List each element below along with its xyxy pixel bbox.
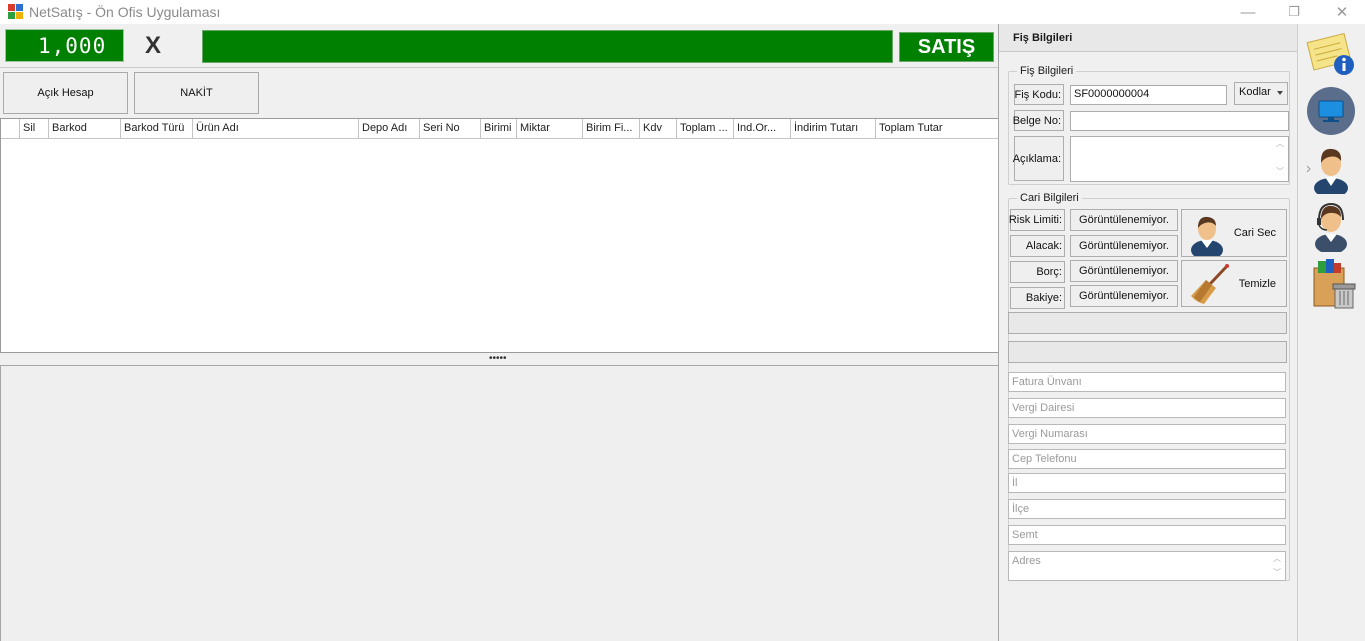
alacak-value[interactable]: Görüntülenemiyor.	[1070, 235, 1178, 257]
column-header-row-selector	[1, 119, 20, 138]
bakiye-value[interactable]: Görüntülenemiyor.	[1070, 285, 1178, 307]
info-bar-1	[1008, 312, 1287, 334]
column-header-barkod-turu[interactable]: Barkod Türü	[121, 119, 193, 138]
borc-label[interactable]: Borç:	[1010, 261, 1065, 283]
risk-limiti-label[interactable]: Risk Limiti:	[1009, 209, 1065, 231]
alacak-label[interactable]: Alacak:	[1010, 235, 1065, 257]
grid-header: Sil Barkod Barkod Türü Ürün Adı Depo Adı…	[1, 119, 998, 139]
quantity-display[interactable]: 1,000	[5, 29, 124, 62]
semt-input[interactable]: Semt	[1008, 525, 1286, 545]
monitor-icon[interactable]	[1307, 87, 1357, 137]
vergi-numarasi-input[interactable]: Vergi Numarası	[1008, 424, 1286, 444]
vergi-dairesi-input[interactable]: Vergi Dairesi	[1008, 398, 1286, 418]
il-input[interactable]: İl	[1008, 473, 1286, 493]
info-note-icon[interactable]	[1306, 30, 1356, 80]
lower-panel	[0, 365, 999, 641]
column-header-toplam[interactable]: Toplam ...	[677, 119, 734, 138]
group-title: Fiş Bilgileri	[1017, 65, 1077, 77]
column-header-seri-no[interactable]: Seri No	[420, 119, 481, 138]
items-grid[interactable]: Sil Barkod Barkod Türü Ürün Adı Depo Adı…	[0, 118, 999, 353]
cari-sec-label: Cari Sec	[1233, 227, 1276, 239]
close-button[interactable]: ✕	[1319, 0, 1365, 24]
satis-button[interactable]: SATIŞ	[899, 32, 994, 62]
belge-no-input[interactable]	[1070, 111, 1289, 131]
column-header-miktar[interactable]: Miktar	[517, 119, 583, 138]
kodlar-dropdown[interactable]: Kodlar	[1234, 82, 1288, 105]
risk-limiti-value[interactable]: Görüntülenemiyor.	[1070, 209, 1178, 231]
temizle-button[interactable]: Temizle	[1181, 260, 1287, 307]
column-header-sil[interactable]: Sil	[20, 119, 49, 138]
support-agent-icon[interactable]	[1307, 200, 1357, 254]
panel-header: Fiş Bilgileri	[999, 24, 1297, 52]
window-title: NetSatış - Ön Ofis Uygulaması	[29, 4, 221, 20]
column-header-birimi[interactable]: Birimi	[481, 119, 517, 138]
user-icon[interactable]	[1306, 142, 1357, 198]
minimize-button[interactable]: —	[1225, 0, 1271, 24]
adres-placeholder: Adres	[1012, 555, 1041, 567]
bakiye-label[interactable]: Bakiye:	[1010, 287, 1065, 309]
fis-kodu-label[interactable]: Fiş Kodu:	[1014, 84, 1064, 105]
temizle-label: Temizle	[1238, 278, 1276, 290]
ilce-input[interactable]: İlçe	[1008, 499, 1286, 519]
aciklama-label[interactable]: Açıklama:	[1013, 136, 1064, 181]
title-bar: NetSatış - Ön Ofis Uygulaması — ❐ ✕	[0, 0, 1365, 24]
shopping-bag-trash-icon[interactable]	[1309, 258, 1359, 309]
column-header-kdv[interactable]: Kdv	[640, 119, 677, 138]
aciklama-textarea[interactable]: ︿ ﹀	[1070, 136, 1289, 182]
broom-icon	[1191, 263, 1230, 304]
column-header-birim-fiyat[interactable]: Birim Fi...	[583, 119, 640, 138]
column-header-ind-oran[interactable]: Ind.Or...	[734, 119, 791, 138]
textarea-scrollbar[interactable]: ︿ ﹀	[1272, 138, 1287, 180]
textarea-scrollbar[interactable]: ︿ ﹀	[1269, 553, 1284, 579]
splitter-grip[interactable]: •••••	[489, 353, 507, 364]
scroll-up-icon[interactable]: ︿	[1276, 140, 1284, 148]
belge-no-label[interactable]: Belge No:	[1013, 110, 1064, 131]
receipt-info-panel: Fiş Bilgileri Fiş Bilgileri Fiş Kodu: SF…	[998, 24, 1298, 641]
column-header-barkod[interactable]: Barkod	[49, 119, 121, 138]
user-icon	[1191, 216, 1223, 256]
info-bar-2	[1008, 341, 1287, 363]
cep-telefonu-input[interactable]: Cep Telefonu	[1008, 449, 1286, 469]
app-icon	[8, 4, 24, 20]
scroll-up-icon[interactable]: ︿	[1273, 555, 1281, 563]
fatura-unvani-input[interactable]: Fatura Ünvanı	[1008, 372, 1286, 392]
nakit-button[interactable]: NAKİT	[134, 72, 259, 114]
fis-kodu-input[interactable]: SF0000000004	[1070, 85, 1227, 105]
group-title: Cari Bilgileri	[1017, 192, 1082, 204]
column-header-indirim-tutari[interactable]: İndirim Tutarı	[791, 119, 876, 138]
column-header-toplam-tutar[interactable]: Toplam Tutar	[876, 119, 998, 138]
scroll-down-icon[interactable]: ﹀	[1273, 569, 1281, 577]
multiply-symbol: X	[145, 32, 162, 59]
adres-textarea[interactable]: Adres ︿ ﹀	[1008, 551, 1286, 581]
borc-value[interactable]: Görüntülenemiyor.	[1070, 260, 1178, 282]
column-header-depo-adi[interactable]: Depo Adı	[359, 119, 420, 138]
kodlar-label: Kodlar	[1239, 86, 1271, 98]
divider	[0, 67, 998, 68]
scroll-down-icon[interactable]: ﹀	[1276, 168, 1284, 176]
restore-button[interactable]: ❐	[1271, 0, 1317, 24]
cari-sec-button[interactable]: Cari Sec	[1181, 209, 1287, 257]
barcode-input[interactable]	[202, 30, 893, 63]
column-header-urun-adi[interactable]: Ürün Adı	[193, 119, 359, 138]
chevron-down-icon	[1277, 91, 1283, 95]
acik-hesap-button[interactable]: Açık Hesap	[3, 72, 128, 114]
